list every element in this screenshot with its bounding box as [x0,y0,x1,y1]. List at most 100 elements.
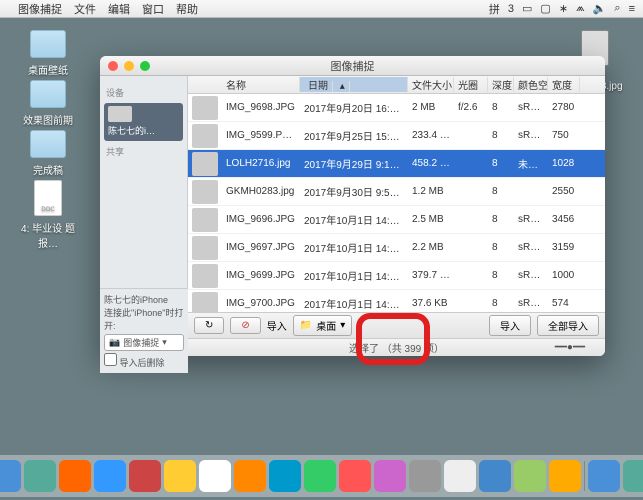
cell-size: 2.5 MB [408,214,454,225]
desktop-doc[interactable]: DOC4: 毕业设 题报… [18,180,78,250]
dock-app[interactable] [623,460,643,492]
menu-help[interactable]: 帮助 [176,1,198,17]
dock-app[interactable] [304,460,336,492]
device-name: 陈七七的i… [108,126,155,136]
open-with-dropdown[interactable]: 📷图像捕捉▾ [104,334,184,351]
sidebar-device[interactable]: 陈七七的i… [104,103,183,141]
bluetooth-icon[interactable]: ∗ [559,2,568,15]
wifi-icon[interactable]: ⩕ [576,2,585,15]
menu-file[interactable]: 文件 [74,1,96,17]
cell-width: 3456 [548,214,580,225]
cell-size: 37.6 KB [408,298,454,309]
menubar: 图像捕捉 文件 编辑 窗口 帮助 拼 3 ▭ ▢ ∗ ⩕ 🔈 ⌕ ≡ [0,0,643,18]
desktop-icon-label: 桌面壁纸 [18,62,78,77]
cell-depth: 8 [488,158,514,169]
cell-name: IMG_9697.JPG [222,242,300,253]
desktop-icon-label: 完成稿 [18,162,78,177]
search-icon[interactable]: ⌕ [614,2,620,15]
input-method-icon[interactable]: 拼 [489,1,500,17]
import-button[interactable]: 导入 [489,315,531,336]
cell-size: 233.4 KB [408,130,454,141]
desktop-folder[interactable]: 桌面壁纸 [18,30,78,77]
col-date[interactable]: 日期 ▴ [300,77,408,92]
col-name[interactable]: 名称 [222,77,300,92]
table-body[interactable]: IMG_9698.JPG2017年9月20日 16:32:412 MBf/2.6… [188,94,605,312]
checkbox[interactable] [104,353,117,366]
cell-size: 2.2 MB [408,242,454,253]
volume-icon[interactable]: 🔈 [593,2,607,15]
dock-separator [584,461,585,491]
cell-date: 2017年10月1日 14:03:46 [300,212,408,227]
dock-app[interactable] [588,460,620,492]
app-menu[interactable]: 图像捕捉 [18,1,62,17]
table-row[interactable]: IMG_9699.JPG2017年10月1日 14:08:09379.7 KB8… [188,262,605,290]
thumbnail [192,236,218,260]
dock-app[interactable] [409,460,441,492]
menu-window[interactable]: 窗口 [142,1,164,17]
close-button[interactable] [108,61,118,71]
dock-app[interactable] [59,460,91,492]
airplay-icon[interactable]: ▢ [540,2,550,15]
dock-app[interactable] [374,460,406,492]
cell-name: IMG_9599.PNG [222,130,300,141]
table-row[interactable]: LOLH2716.jpg2017年9月29日 9:16:36458.2 KB8未… [188,150,605,178]
table-row[interactable]: IMG_9599.PNG2017年9月25日 15:19:47233.4 KB8… [188,122,605,150]
status-count: （共 399 项） [382,340,444,355]
delete-button[interactable]: ⊘ [230,317,260,334]
minimize-button[interactable] [124,61,134,71]
table-row[interactable]: IMG_9697.JPG2017年10月1日 14:03:582.2 MB8sR… [188,234,605,262]
table-row[interactable]: IMG_9700.JPG2017年10月1日 14:15:4837.6 KB8s… [188,290,605,312]
thumbnail [192,208,218,232]
menu-edit[interactable]: 编辑 [108,1,130,17]
notifications-icon[interactable]: ≡ [629,3,635,15]
col-colorspace[interactable]: 颜色空间 [514,77,548,92]
col-aperture[interactable]: 光圈 [454,77,488,92]
desktop-folder[interactable]: 完成稿 [18,130,78,177]
table-row[interactable]: IMG_9696.JPG2017年10月1日 14:03:462.5 MB8sR… [188,206,605,234]
desktop-folder[interactable]: 效果图前期 [18,80,78,127]
cell-depth: 8 [488,186,514,197]
cell-size: 2 MB [408,102,454,113]
titlebar[interactable]: 图像捕捉 [100,56,605,76]
cell-width: 3159 [548,242,580,253]
dock-app[interactable] [479,460,511,492]
col-depth[interactable]: 深度 [488,77,514,92]
rotate-button[interactable]: ↻ [194,317,224,334]
col-width[interactable]: 宽度 [548,77,580,92]
dock-app[interactable] [339,460,371,492]
delete-after-checkbox[interactable]: 导入后删除 [104,358,165,368]
badge-count: 3 [508,3,514,15]
zoom-button[interactable] [140,61,150,71]
dock-app[interactable] [129,460,161,492]
dock-app[interactable] [234,460,266,492]
table-header: 名称 日期 ▴ 文件大小 光圈 深度 颜色空间 宽度 [188,76,605,94]
dock-app[interactable] [549,460,581,492]
table-row[interactable]: IMG_9698.JPG2017年9月20日 16:32:412 MBf/2.6… [188,94,605,122]
cell-width: 2550 [548,186,580,197]
dock-app[interactable] [24,460,56,492]
desktop-icon-label: 4: 毕业设 题报… [18,220,78,250]
cell-colorspace: 未校正 [514,156,548,171]
destination-dropdown[interactable]: 📁 桌面 ▾ [293,315,352,336]
cell-name: IMG_9699.JPG [222,270,300,281]
dock-app[interactable] [514,460,546,492]
battery-icon[interactable]: ▭ [522,2,532,15]
col-size[interactable]: 文件大小 [408,77,454,92]
dock-app[interactable] [0,460,21,492]
dock-app[interactable] [94,460,126,492]
import-all-button[interactable]: 全部导入 [537,315,599,336]
cell-size: 379.7 KB [408,270,454,281]
camera-icon [108,106,132,122]
folder-icon: 📁 [300,320,312,331]
cell-date: 2017年10月1日 14:15:48 [300,296,408,311]
dock-app[interactable] [199,460,231,492]
menubar-right: 拼 3 ▭ ▢ ∗ ⩕ 🔈 ⌕ ≡ [489,1,635,17]
dock-app[interactable] [444,460,476,492]
dock-app[interactable] [164,460,196,492]
dock-app[interactable] [269,460,301,492]
cell-size: 1.2 MB [408,186,454,197]
destination-value: 桌面 [316,318,336,333]
status-selected: 选择了 [349,340,379,355]
table-row[interactable]: GKMH0283.jpg2017年9月30日 9:50:331.2 MB8255… [188,178,605,206]
zoom-slider[interactable]: ━━●━━ [555,342,585,353]
